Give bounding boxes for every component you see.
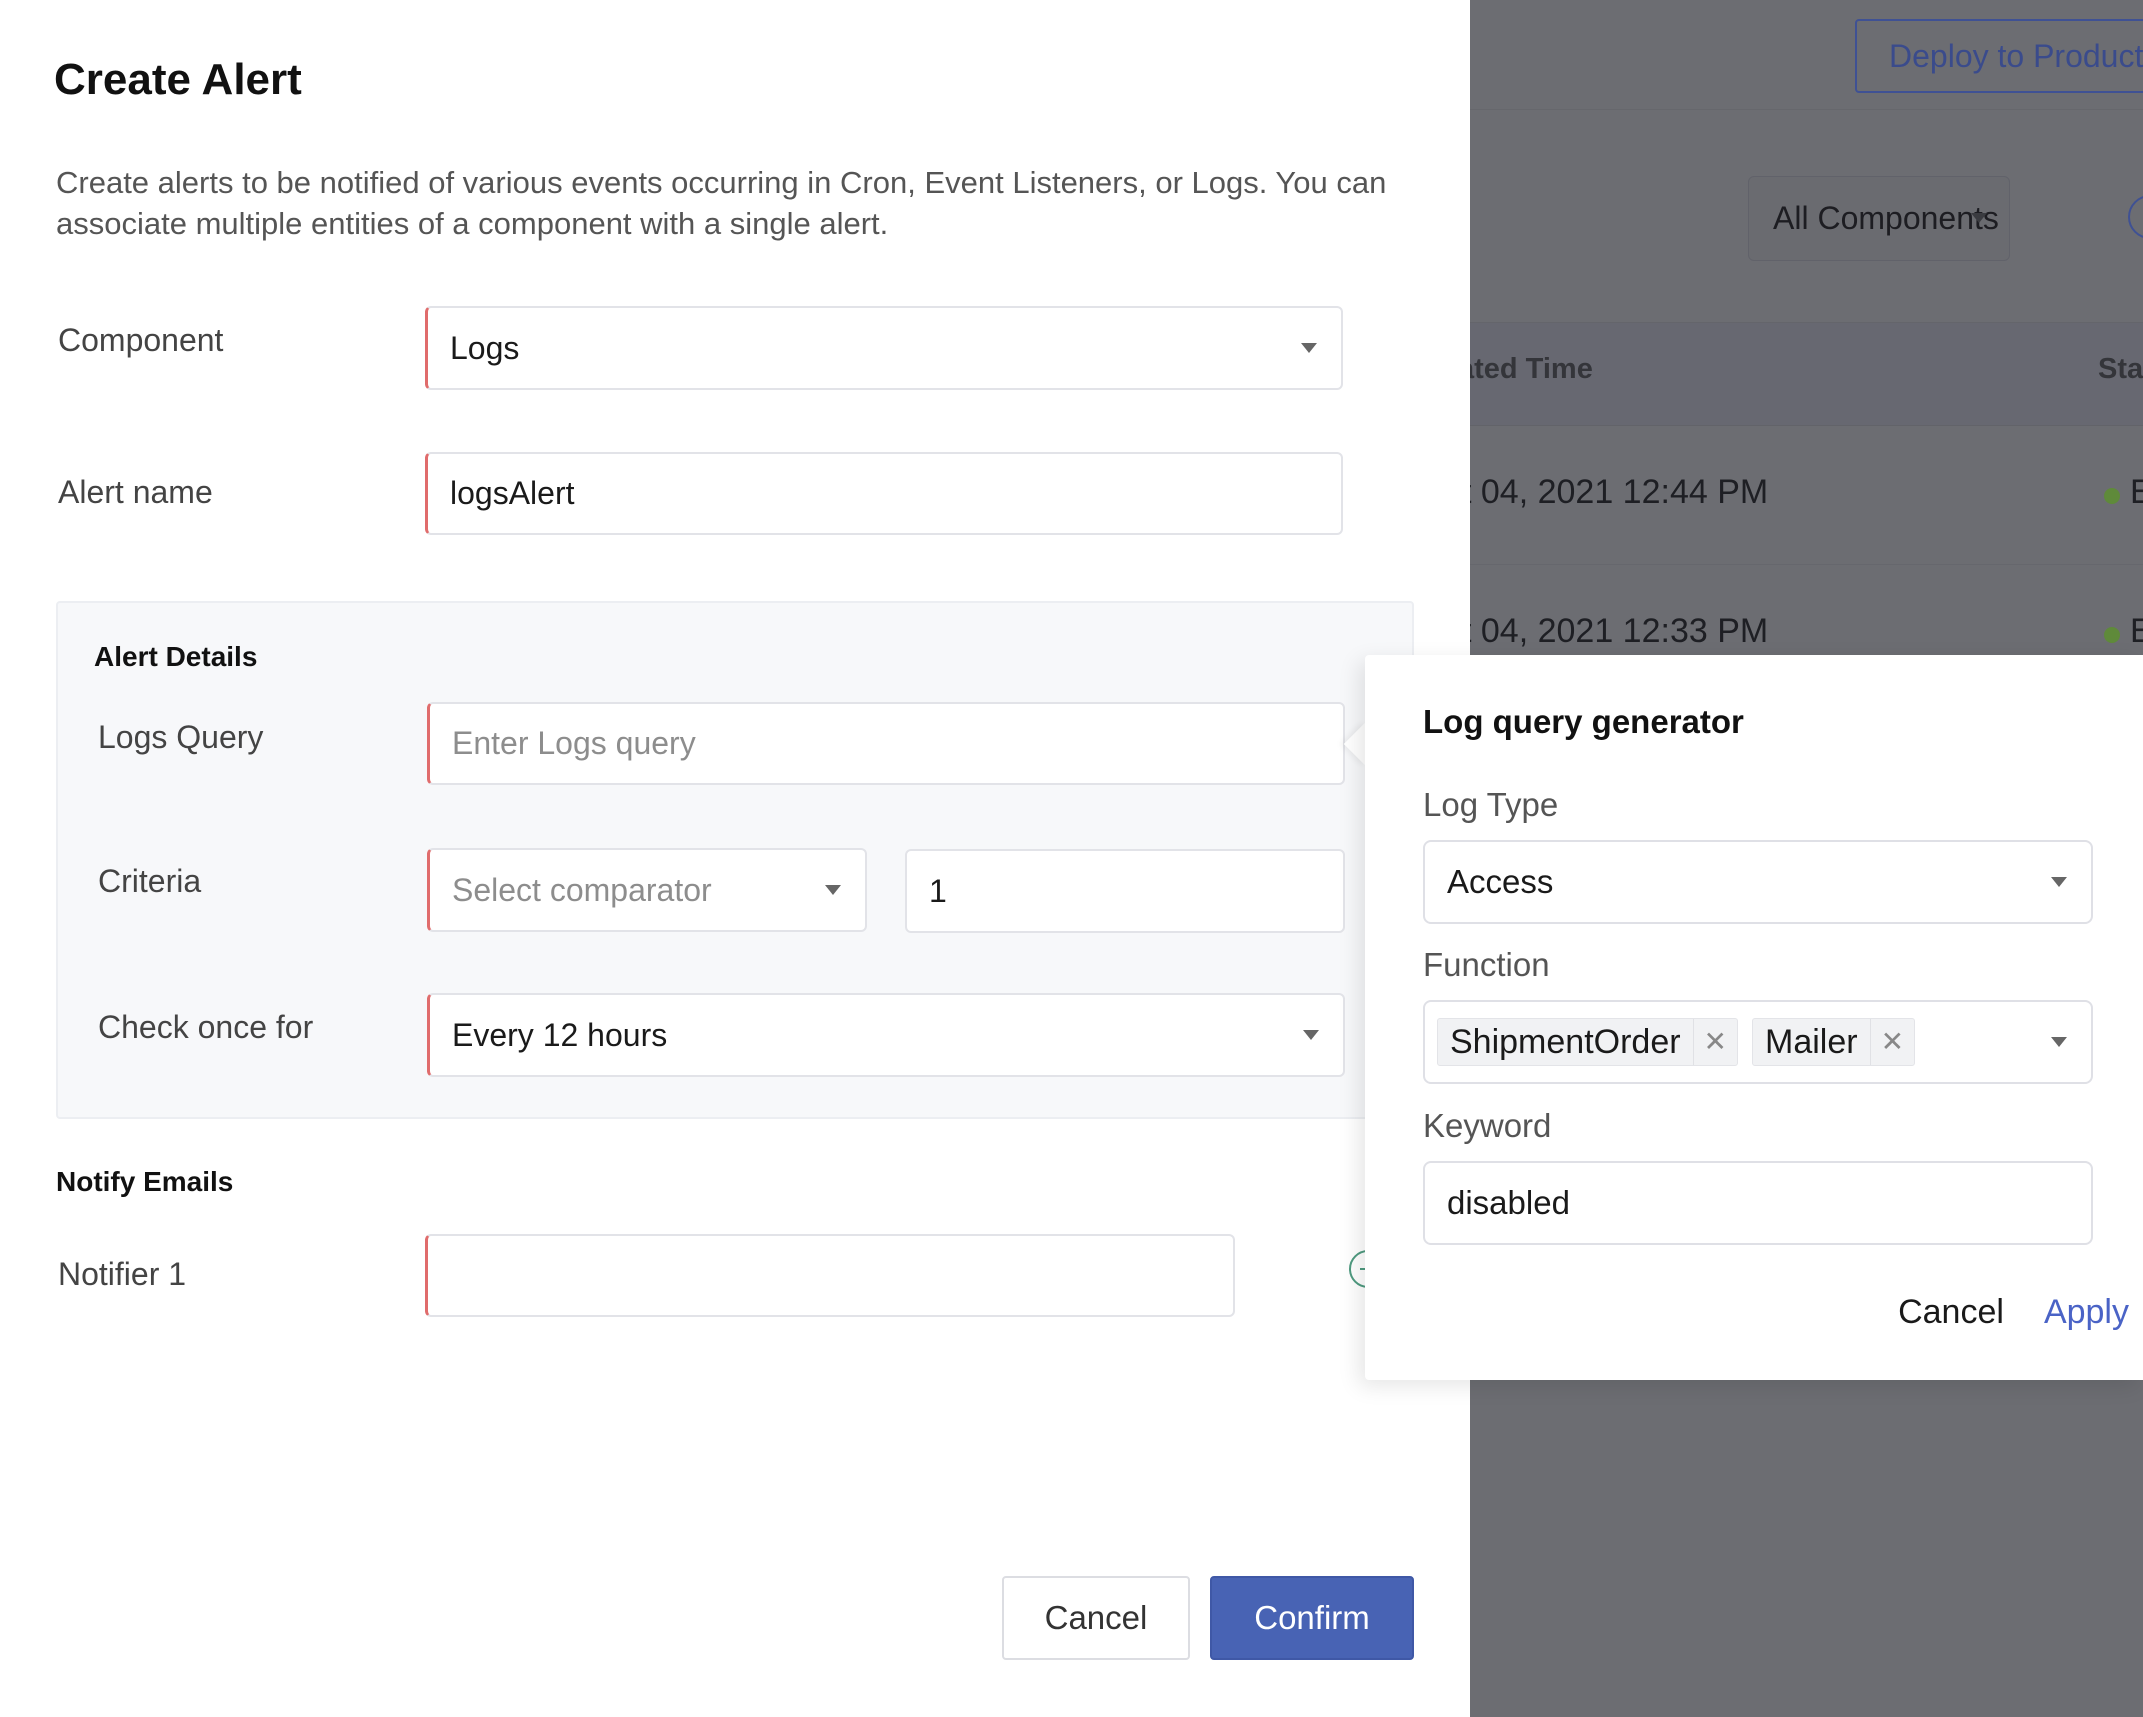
column-header-status[interactable]: Sta — [2098, 353, 2143, 386]
chevron-down-icon — [1303, 1030, 1319, 1040]
chevron-down-icon — [1971, 213, 1987, 223]
keyword-value: disabled — [1447, 1184, 1570, 1221]
log-type-select[interactable]: Access — [1423, 840, 2093, 924]
alert-name-label: Alert name — [58, 474, 213, 510]
status-dot-icon — [2104, 488, 2120, 504]
close-icon[interactable]: ✕ — [1692, 1019, 1737, 1065]
criteria-value-input[interactable]: 1 — [905, 849, 1345, 933]
table-row[interactable]: t 04, 2021 12:44 PM E — [1462, 427, 2143, 565]
log-query-generator-popover: Log query generator Log Type Access Func… — [1365, 655, 2143, 1380]
cancel-button[interactable]: Cancel — [1002, 1576, 1190, 1660]
row-status: E — [2130, 473, 2143, 511]
alert-name-value: logsAlert — [450, 475, 575, 511]
alert-details-title: Alert Details — [94, 641, 258, 672]
components-filter-select[interactable]: All Components — [1748, 176, 2010, 261]
notify-emails-title: Notify Emails — [56, 1166, 234, 1197]
comparator-select[interactable]: Select comparator — [427, 848, 867, 932]
modal-description: Create alerts to be notified of various … — [56, 165, 1387, 241]
create-alert-modal: Create Alert Create alerts to be notifie… — [0, 0, 1470, 1712]
component-select-value: Logs — [450, 329, 520, 366]
row-status: E — [2130, 612, 2143, 650]
notifier-1-input[interactable] — [425, 1234, 1235, 1317]
background-topbar: Deploy to Production — [1470, 0, 2143, 110]
check-frequency-value: Every 12 hours — [452, 1016, 668, 1053]
component-select[interactable]: Logs — [425, 306, 1343, 390]
alert-details-panel: Alert Details Logs Query Enter Logs quer… — [56, 601, 1414, 1119]
logs-query-placeholder: Enter Logs query — [452, 725, 696, 761]
keyword-label: Keyword — [1423, 1107, 1552, 1144]
notifier-1-label: Notifier 1 — [58, 1256, 187, 1292]
popover-actions: Cancel Apply — [1898, 1293, 2129, 1332]
chevron-down-icon — [2051, 1037, 2067, 1047]
function-chip: ShipmentOrder ✕ — [1437, 1018, 1739, 1066]
comparator-placeholder: Select comparator — [452, 871, 712, 908]
row-updated-time: t 04, 2021 12:33 PM — [1462, 612, 1769, 650]
close-icon[interactable]: ✕ — [1869, 1019, 1914, 1065]
modal-title: Create Alert — [54, 55, 302, 104]
status-dot-icon — [2104, 627, 2120, 643]
column-header-updated-time[interactable]: ated Time — [1458, 353, 1593, 386]
chevron-down-icon — [2051, 877, 2067, 887]
table-header: ated Time Sta — [1458, 322, 2143, 426]
popover-title: Log query generator — [1423, 703, 1744, 740]
chevron-down-icon — [1301, 343, 1317, 353]
logs-query-input[interactable]: Enter Logs query — [427, 702, 1345, 785]
criteria-label: Criteria — [98, 863, 202, 899]
function-multiselect[interactable]: ShipmentOrder ✕ Mailer ✕ — [1423, 1000, 2093, 1084]
confirm-button[interactable]: Confirm — [1210, 1576, 1414, 1660]
check-once-for-label: Check once for — [98, 1009, 314, 1045]
components-filter-value: All Components — [1773, 200, 1999, 236]
info-circle-icon[interactable] — [2128, 195, 2143, 239]
popover-cancel-button[interactable]: Cancel — [1898, 1293, 2004, 1332]
logs-query-label: Logs Query — [98, 719, 264, 755]
function-chip-label: Mailer — [1765, 1023, 1858, 1061]
component-label: Component — [58, 322, 224, 358]
log-type-label: Log Type — [1423, 786, 1559, 823]
check-frequency-select[interactable]: Every 12 hours — [427, 993, 1345, 1077]
function-chip: Mailer ✕ — [1752, 1018, 1916, 1066]
function-chip-label: ShipmentOrder — [1450, 1023, 1681, 1061]
keyword-input[interactable]: disabled — [1423, 1161, 2093, 1245]
criteria-value: 1 — [929, 872, 947, 909]
alert-name-input[interactable]: logsAlert — [425, 452, 1343, 535]
popover-apply-button[interactable]: Apply — [2044, 1293, 2129, 1332]
log-type-value: Access — [1447, 863, 1554, 900]
chevron-down-icon — [825, 885, 841, 895]
deploy-to-production-button[interactable]: Deploy to Production — [1855, 19, 2143, 93]
function-label: Function — [1423, 946, 1550, 983]
row-updated-time: t 04, 2021 12:44 PM — [1462, 473, 1769, 511]
